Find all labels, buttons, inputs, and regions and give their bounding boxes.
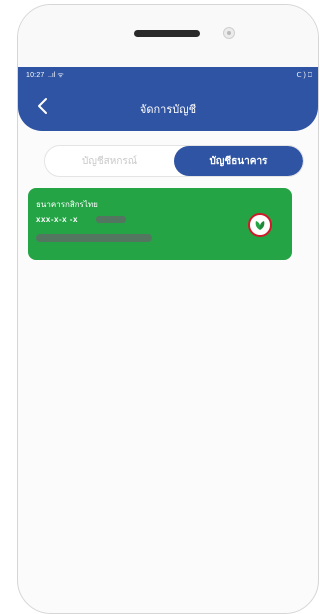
app-header: 10:27 ..ıl ᯤ ᑕ ) ⎕ จัดการบัญชี bbox=[18, 67, 318, 131]
front-camera bbox=[223, 27, 235, 39]
masked-account-name bbox=[36, 234, 152, 242]
tab-bank-account[interactable]: บัญชีธนาคาร bbox=[174, 146, 303, 176]
kbank-leaf-icon bbox=[248, 213, 272, 237]
bank-account-card[interactable]: ธนาคารกสิกรไทย xxx-x-x -x bbox=[28, 188, 292, 260]
phone-bezel bbox=[18, 5, 318, 67]
phone-frame: 10:27 ..ıl ᯤ ᑕ ) ⎕ จัดการบัญชี บัญชีสหกร… bbox=[17, 4, 319, 614]
battery-icon: ᑕ ) ⎕ bbox=[296, 72, 312, 79]
speaker-grille bbox=[134, 30, 200, 37]
signal-wifi-icon: ..ıl ᯤ bbox=[48, 72, 64, 79]
account-type-tabs: บัญชีสหกรณ์ บัญชีธนาคาร bbox=[44, 145, 304, 177]
page-title: จัดการบัญชี bbox=[139, 104, 197, 116]
tab-cooperative-account[interactable]: บัญชีสหกรณ์ bbox=[45, 146, 174, 176]
status-time: 10:27 bbox=[26, 72, 45, 79]
account-number: xxx-x-x -x bbox=[36, 215, 78, 224]
bank-name: ธนาคารกสิกรไทย bbox=[36, 200, 98, 209]
masked-account-digits bbox=[96, 216, 126, 223]
